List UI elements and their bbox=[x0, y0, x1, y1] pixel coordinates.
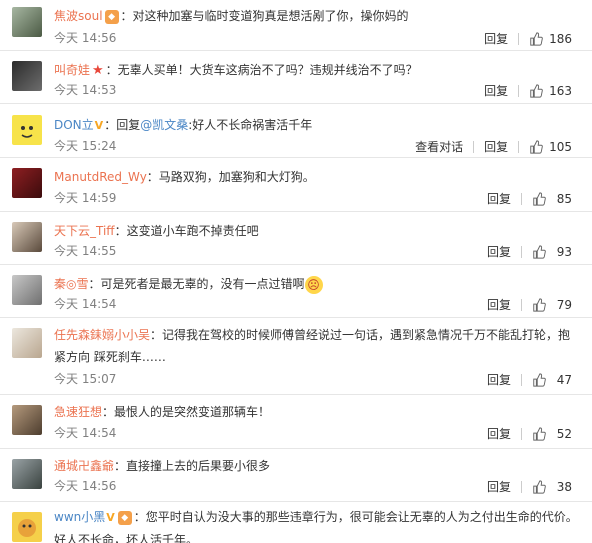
comment-text: ：您平时自认为没大事的那些违章行为，很可能会让无辜的人为之付出生命的代价。好人不… bbox=[54, 510, 578, 543]
verified-icon: V bbox=[94, 119, 104, 132]
like-count: 47 bbox=[556, 372, 572, 387]
comment-time: 今天 15:07 bbox=[54, 372, 117, 386]
star-badge-icon: ★ bbox=[92, 63, 104, 78]
comment-username[interactable]: 秦◎雪 bbox=[54, 277, 88, 291]
reply-prefix: ：回复 bbox=[104, 118, 141, 132]
avatar[interactable] bbox=[12, 512, 42, 542]
comment-text: ：对这种加塞与临时变道狗真是想活剐了你，操你妈的 bbox=[120, 9, 409, 23]
comment-username[interactable]: 任先森銇嫋小小吴 bbox=[54, 328, 150, 342]
like-button[interactable]: 163 bbox=[529, 82, 572, 99]
like-count: 163 bbox=[549, 83, 572, 98]
avatar[interactable] bbox=[12, 168, 42, 198]
comment-text: ：马路双狗，加塞狗和大灯狗。 bbox=[146, 170, 315, 184]
member-badge-icon: ◆ bbox=[117, 510, 132, 525]
comment-time: 今天 14:56 bbox=[54, 479, 117, 493]
comment-item: 急速狂想：最恨人的是突然变道那辆车！ 今天 14:54 回复 52 bbox=[0, 396, 592, 449]
avatar[interactable] bbox=[12, 115, 42, 145]
like-button[interactable]: 79 bbox=[532, 296, 572, 313]
thumbs-up-icon bbox=[533, 427, 546, 441]
comment-item: DON立V：回复@凯文桑:好人不长命祸害活千年 今天 15:24 查看对话 回复 1… bbox=[0, 105, 592, 158]
comment-text: :好人不长命祸害活千年 bbox=[188, 118, 313, 132]
comment-text: ：直接撞上去的后果要小很多 bbox=[114, 459, 271, 473]
avatar[interactable] bbox=[12, 275, 42, 305]
comment-text: ：最恨人的是突然变道那辆车！ bbox=[102, 405, 271, 419]
like-button[interactable]: 105 bbox=[529, 138, 572, 155]
comment-time: 今天 14:53 bbox=[54, 83, 117, 97]
comment-time: 今天 15:24 bbox=[54, 139, 117, 153]
avatar[interactable] bbox=[12, 7, 42, 37]
comment-time: 今天 14:55 bbox=[54, 244, 117, 258]
like-count: 186 bbox=[549, 31, 572, 46]
comment-item: 通城卍鑫爺：直接撞上去的后果要小很多 今天 14:56 回复 38 bbox=[0, 450, 592, 502]
like-button[interactable]: 38 bbox=[532, 478, 572, 495]
like-count: 79 bbox=[556, 297, 572, 312]
comment-username[interactable]: wwn小黑 bbox=[54, 510, 105, 524]
comment-item: 秦◎雪：可是死者是最无辜的，没有一点过错啊 ☹ 今天 14:54 回复 79 bbox=[0, 266, 592, 318]
comment-text: ：可是死者是最无辜的，没有一点过错啊 bbox=[88, 277, 305, 291]
like-count: 105 bbox=[549, 139, 572, 154]
like-count: 85 bbox=[556, 191, 572, 206]
like-count: 38 bbox=[556, 479, 572, 494]
avatar[interactable] bbox=[12, 328, 42, 358]
thumbs-up-icon bbox=[533, 373, 546, 387]
avatar[interactable] bbox=[12, 405, 42, 435]
reply-button[interactable]: 回复 bbox=[484, 31, 508, 47]
avatar[interactable] bbox=[12, 61, 42, 91]
thumbs-up-icon bbox=[530, 140, 543, 154]
comment-text: ：无辜人买单！大货车这病治不了吗？违规并线治不了吗？ bbox=[105, 63, 418, 77]
like-button[interactable]: 186 bbox=[529, 30, 572, 47]
like-count: 93 bbox=[556, 244, 572, 259]
member-badge-icon: ◆ bbox=[104, 9, 119, 24]
thumbs-up-icon bbox=[533, 298, 546, 312]
like-button[interactable]: 93 bbox=[532, 243, 572, 260]
comment-item: ManutdRed_Wy：马路双狗，加塞狗和大灯狗。 今天 14:59 回复 85 bbox=[0, 159, 592, 212]
comment-text: ：这变道小车跑不掉责任吧 bbox=[114, 224, 259, 238]
comment-item: 任先森銇嫋小小吴：记得我在驾校的时候师傅曾经说过一句话，遇到紧急情况千万不能乱打… bbox=[0, 319, 592, 395]
comment-username[interactable]: 叫奇娃 bbox=[54, 63, 90, 77]
thumbs-up-icon bbox=[533, 480, 546, 494]
avatar[interactable] bbox=[12, 222, 42, 252]
comment-username[interactable]: DON立 bbox=[54, 118, 94, 132]
verified-icon: V bbox=[106, 511, 115, 524]
like-count: 52 bbox=[556, 426, 572, 441]
reply-button[interactable]: 回复 bbox=[487, 426, 511, 442]
comment-item: 天下云_Tiff：这变道小车跑不掉责任吧 今天 14:55 回复 93 bbox=[0, 213, 592, 265]
like-button[interactable]: 52 bbox=[532, 425, 572, 442]
comment-time: 今天 14:56 bbox=[54, 31, 117, 45]
comment-time: 今天 14:54 bbox=[54, 426, 117, 440]
reply-button[interactable]: 回复 bbox=[487, 372, 511, 388]
comment-item: 叫奇娃 ★ ：无辜人买单！大货车这病治不了吗？违规并线治不了吗？ 今天 14:53 … bbox=[0, 52, 592, 104]
avatar[interactable] bbox=[12, 459, 42, 489]
comment-list: 焦波soul ◆ ：对这种加塞与临时变道狗真是想活剐了你，操你妈的 今天 14:56… bbox=[0, 0, 592, 543]
mention-link[interactable]: @凯文桑 bbox=[140, 118, 188, 132]
comment-time: 今天 14:59 bbox=[54, 191, 117, 205]
comment-item: 焦波soul ◆ ：对这种加塞与临时变道狗真是想活剐了你，操你妈的 今天 14:56… bbox=[0, 0, 592, 51]
comment-username[interactable]: 急速狂想 bbox=[54, 405, 102, 419]
reply-button[interactable]: 回复 bbox=[487, 479, 511, 495]
comment-username[interactable]: 焦波soul bbox=[54, 9, 103, 23]
reply-button[interactable]: 回复 bbox=[484, 139, 508, 155]
crying-emoji-icon: ☹ bbox=[304, 275, 323, 294]
cartoon-avatar-icon bbox=[21, 126, 33, 138]
reply-button[interactable]: 回复 bbox=[487, 244, 511, 260]
comment-username[interactable]: ManutdRed_Wy bbox=[54, 170, 147, 184]
thumbs-up-icon bbox=[530, 84, 543, 98]
cartoon-avatar-icon bbox=[18, 519, 36, 537]
like-button[interactable]: 85 bbox=[532, 190, 572, 207]
thumbs-up-icon bbox=[533, 192, 546, 206]
comment-item: wwn小黑V ◆ ：您平时自认为没大事的那些违章行为，很可能会让无辜的人为之付出生命… bbox=[0, 503, 592, 543]
comment-username[interactable]: 通城卍鑫爺 bbox=[54, 459, 114, 473]
comment-time: 今天 14:54 bbox=[54, 297, 117, 311]
thumbs-up-icon bbox=[530, 32, 543, 46]
reply-button[interactable]: 回复 bbox=[484, 83, 508, 99]
comment-username[interactable]: 天下云_Tiff bbox=[54, 224, 115, 238]
reply-button[interactable]: 回复 bbox=[487, 191, 511, 207]
view-conversation-button[interactable]: 查看对话 bbox=[415, 139, 463, 155]
thumbs-up-icon bbox=[533, 245, 546, 259]
like-button[interactable]: 47 bbox=[532, 371, 572, 388]
reply-button[interactable]: 回复 bbox=[487, 297, 511, 313]
